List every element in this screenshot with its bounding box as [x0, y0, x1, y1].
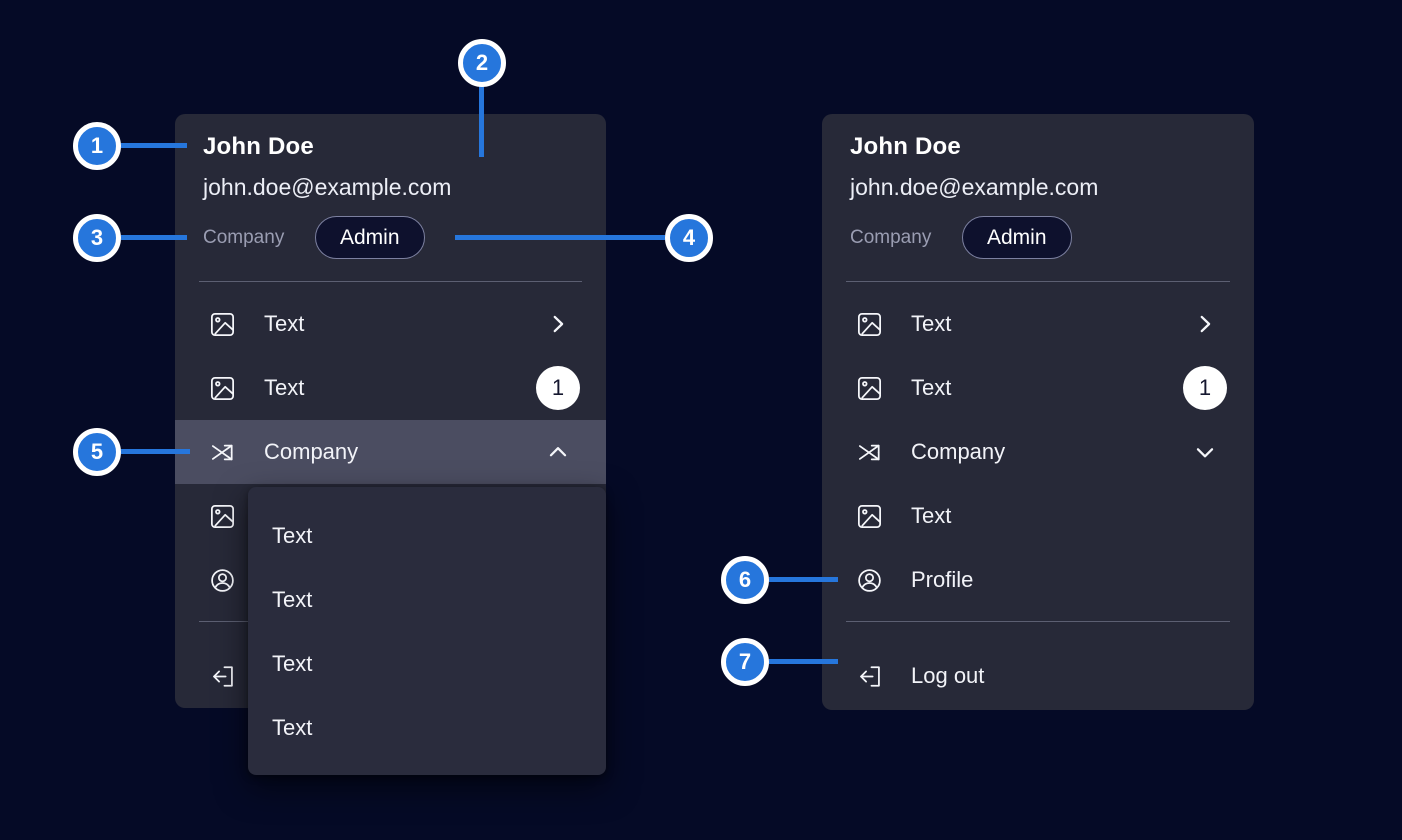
menu-item-logout[interactable]: Log out	[822, 644, 1254, 708]
submenu-item-label: Text	[272, 651, 312, 677]
callout-3: 3	[73, 214, 121, 262]
company-submenu: Text Text Text Text	[248, 487, 606, 775]
submenu-item[interactable]: Text	[248, 568, 606, 632]
menu-item-company[interactable]: Company	[822, 420, 1254, 484]
submenu-item-label: Text	[272, 523, 312, 549]
callout-number: 7	[739, 649, 751, 675]
submenu-item[interactable]: Text	[248, 504, 606, 568]
image-icon	[855, 502, 884, 531]
user-email: john.doe@example.com	[850, 172, 1098, 202]
notification-count-badge: 1	[536, 366, 580, 410]
chevron-right-icon	[545, 311, 571, 337]
callout-line-5	[121, 449, 190, 454]
callout-2: 2	[458, 39, 506, 87]
user-email: john.doe@example.com	[203, 172, 451, 202]
company-label: Company	[850, 224, 931, 252]
menu-item-company-expanded[interactable]: Company	[175, 420, 606, 484]
menu-item-label: Log out	[911, 663, 984, 689]
chevron-right-icon	[1192, 311, 1218, 337]
chevron-down-icon	[1192, 439, 1218, 465]
callout-line-1	[121, 143, 187, 148]
logout-icon	[208, 662, 237, 691]
user-name: John Doe	[203, 132, 314, 162]
image-icon	[208, 310, 237, 339]
menu-item-profile[interactable]: Profile	[822, 548, 1254, 612]
submenu-item[interactable]: Text	[248, 696, 606, 760]
callout-1: 1	[73, 122, 121, 170]
callout-number: 1	[91, 133, 103, 159]
role-badge-label: Admin	[340, 226, 400, 250]
submenu-item-label: Text	[272, 587, 312, 613]
notification-count-badge: 1	[1183, 366, 1227, 410]
header-divider	[846, 281, 1230, 282]
callout-5: 5	[73, 428, 121, 476]
menu-item-label: Company	[911, 439, 1005, 465]
menu-item-text-3[interactable]: Text	[822, 484, 1254, 548]
callout-number: 3	[91, 225, 103, 251]
company-label: Company	[203, 224, 284, 252]
role-badge-label: Admin	[987, 226, 1047, 250]
callout-7: 7	[721, 638, 769, 686]
callout-line-3	[121, 235, 187, 240]
menu-item-label: Profile	[911, 567, 973, 593]
submenu-item-label: Text	[272, 715, 312, 741]
callout-line-2	[479, 85, 484, 157]
menu-item-label: Company	[264, 439, 358, 465]
role-badge: Admin	[962, 216, 1072, 259]
logout-icon	[855, 662, 884, 691]
profile-icon	[855, 566, 884, 595]
image-icon	[208, 374, 237, 403]
role-badge: Admin	[315, 216, 425, 259]
submenu-item[interactable]: Text	[248, 632, 606, 696]
shuffle-icon	[208, 438, 237, 467]
callout-4: 4	[665, 214, 713, 262]
callout-number: 6	[739, 567, 751, 593]
callout-number: 5	[91, 439, 103, 465]
chevron-up-icon	[545, 439, 571, 465]
callout-line-4	[455, 235, 665, 240]
user-name: John Doe	[850, 132, 961, 162]
menu-item-text-1[interactable]: Text	[822, 292, 1254, 356]
image-icon	[855, 310, 884, 339]
callout-line-7	[769, 659, 838, 664]
callout-number: 2	[476, 50, 488, 76]
profile-icon	[208, 566, 237, 595]
user-menu-collapsed: John Doe john.doe@example.com Company Ad…	[822, 114, 1254, 710]
menu-item-label: Text	[911, 503, 951, 529]
callout-line-6	[769, 577, 838, 582]
menu-item-label: Text	[911, 311, 951, 337]
footer-divider	[846, 621, 1230, 622]
menu-item-label: Text	[911, 375, 951, 401]
menu-item-text-1[interactable]: Text	[175, 292, 606, 356]
menu-item-text-2[interactable]: Text 1	[822, 356, 1254, 420]
menu-item-label: Text	[264, 375, 304, 401]
callout-number: 4	[683, 225, 695, 251]
image-icon	[208, 502, 237, 531]
image-icon	[855, 374, 884, 403]
header-divider	[199, 281, 582, 282]
menu-item-label: Text	[264, 311, 304, 337]
menu-item-text-2[interactable]: Text 1	[175, 356, 606, 420]
callout-6: 6	[721, 556, 769, 604]
shuffle-icon	[855, 438, 884, 467]
